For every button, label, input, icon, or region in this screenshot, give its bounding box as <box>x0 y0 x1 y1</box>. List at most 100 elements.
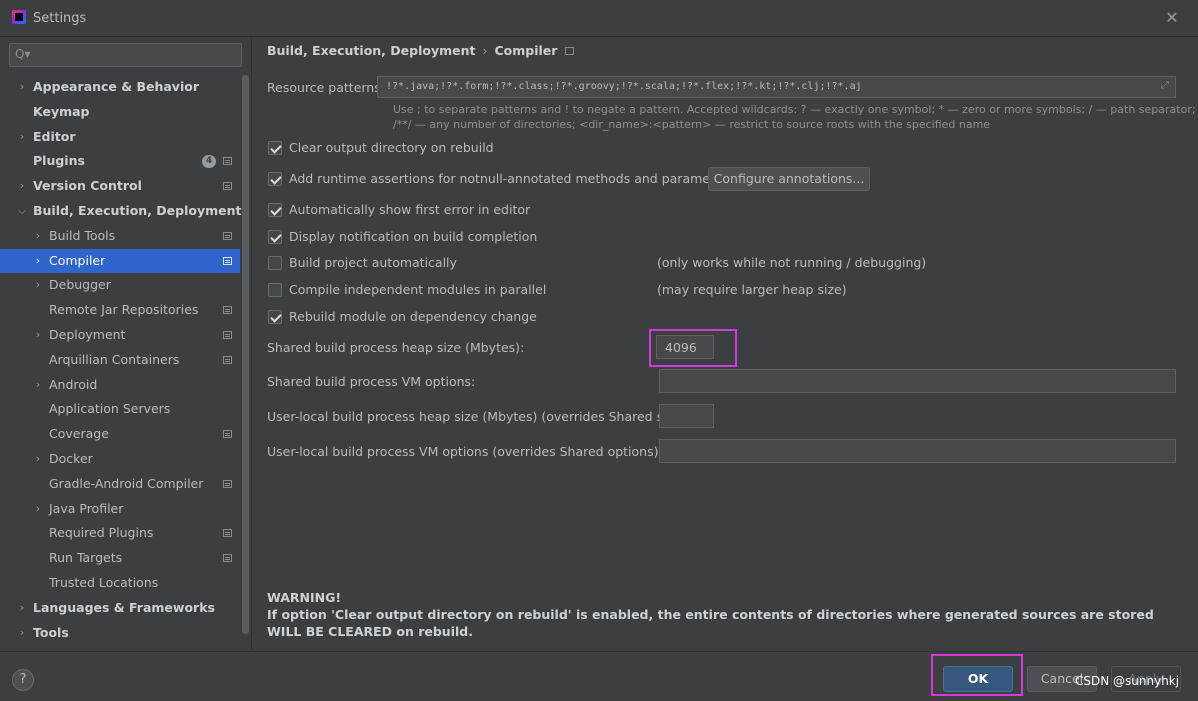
sidebar-item-label: Trusted Locations <box>49 574 159 590</box>
resource-patterns-value: !?*.java;!?*.form;!?*.class;!?*.groovy;!… <box>386 81 862 92</box>
expand-icon[interactable]: ⤢ <box>1161 80 1169 91</box>
checkbox-unchecked-icon[interactable] <box>268 256 282 270</box>
checkbox-checked-icon[interactable] <box>268 141 282 155</box>
project-settings-icon <box>223 479 232 488</box>
chevron-right-icon[interactable]: › <box>16 75 28 100</box>
resource-patterns-hint-2: /**/ — any number of directories; <dir_n… <box>393 118 991 131</box>
vm-options-label: Shared build process VM options: <box>267 374 476 389</box>
sidebar-item-label: Version Control <box>33 178 142 194</box>
checkbox-checked-icon[interactable] <box>268 203 282 217</box>
user-heap-input[interactable] <box>659 404 714 428</box>
chevron-right-icon[interactable]: › <box>32 273 44 298</box>
chevron-right-icon[interactable]: › <box>16 125 28 150</box>
sidebar-item-android[interactable]: › Android <box>0 373 240 398</box>
sidebar-item-keymap[interactable]: Keymap <box>0 100 240 125</box>
sidebar-item-label: Plugins <box>33 153 85 169</box>
sidebar-item-required-plugins[interactable]: Required Plugins <box>0 521 240 546</box>
warning-block: WARNING! If option 'Clear output directo… <box>267 589 1167 640</box>
sidebar-scrollbar[interactable] <box>242 75 249 634</box>
sidebar-item-label: Required Plugins <box>49 525 154 541</box>
sidebar-item-editor[interactable]: › Editor <box>0 125 240 150</box>
chevron-right-icon[interactable]: › <box>32 373 44 398</box>
sidebar-item-tools[interactable]: › Tools <box>0 621 240 646</box>
ok-button[interactable]: OK <box>943 666 1013 692</box>
resource-patterns-field[interactable]: !?*.java;!?*.form;!?*.class;!?*.groovy;!… <box>377 76 1176 98</box>
build-automatically-note: (only works while not running / debuggin… <box>657 255 927 270</box>
sidebar-item-label: Languages & Frameworks <box>33 599 215 615</box>
user-vm-label: User-local build process VM options (ove… <box>267 444 663 459</box>
chevron-right-icon[interactable]: › <box>16 174 28 199</box>
sidebar-item-label: Tools <box>33 624 69 640</box>
sidebar-item-label: Debugger <box>49 277 111 293</box>
sidebar-item-appearance-behavior[interactable]: › Appearance & Behavior <box>0 75 240 100</box>
heap-size-input[interactable]: 4096 <box>656 335 714 359</box>
updates-badge: 4 <box>202 155 216 169</box>
window-title: Settings <box>33 11 87 26</box>
sidebar-item-version-control[interactable]: › Version Control <box>0 174 240 199</box>
chevron-right-icon[interactable]: › <box>32 323 44 348</box>
checkbox-unchecked-icon[interactable] <box>268 283 282 297</box>
rebuild-dependency-label: Rebuild module on dependency change <box>289 309 537 324</box>
sidebar-item-remote-jar-repositories[interactable]: Remote Jar Repositories <box>0 298 240 323</box>
sidebar-item-label: Docker <box>49 450 93 466</box>
sidebar-item-build-execution-deployment[interactable]: ⌵ Build, Execution, Deployment <box>0 199 242 224</box>
checkbox-checked-icon[interactable] <box>268 230 282 244</box>
vm-options-input[interactable] <box>659 369 1176 393</box>
display-notification-label: Display notification on build completion <box>289 229 538 244</box>
breadcrumb-parent[interactable]: Build, Execution, Deployment <box>267 43 475 58</box>
chevron-right-icon[interactable]: › <box>16 596 28 621</box>
show-first-error-label: Automatically show first error in editor <box>289 202 531 217</box>
sidebar-item-gradle-android-compiler[interactable]: Gradle-Android Compiler <box>0 472 240 497</box>
sidebar-item-run-targets[interactable]: Run Targets <box>0 546 240 571</box>
project-settings-icon <box>223 182 232 191</box>
configure-annotations-button[interactable]: Configure annotations... <box>708 167 870 191</box>
resource-patterns-label: Resource patterns: <box>267 80 385 95</box>
help-icon[interactable]: ? <box>12 669 34 691</box>
compile-parallel-note: (may require larger heap size) <box>657 282 847 297</box>
chevron-right-icon[interactable]: › <box>16 621 28 646</box>
search-input[interactable]: Q▾ <box>9 43 242 67</box>
sidebar-item-build-tools[interactable]: › Build Tools <box>0 224 240 249</box>
chevron-right-icon[interactable]: › <box>32 447 44 472</box>
sidebar-item-application-servers[interactable]: Application Servers <box>0 397 240 422</box>
sidebar-item-java-profiler[interactable]: › Java Profiler <box>0 497 240 522</box>
sidebar-item-label: Deployment <box>49 326 126 342</box>
warning-title: WARNING! <box>267 590 342 605</box>
project-settings-icon <box>223 330 232 339</box>
project-settings-icon <box>223 355 232 364</box>
sidebar-item-plugins[interactable]: Plugins 4 <box>0 149 240 174</box>
compiler-settings-panel: Build, Execution, Deployment › Compiler Re… <box>253 37 1198 650</box>
warning-text: If option 'Clear output directory on reb… <box>267 607 1154 639</box>
project-settings-icon <box>223 306 232 315</box>
checkbox-checked-icon[interactable] <box>268 172 282 186</box>
breadcrumb-current: Compiler <box>494 43 558 58</box>
sidebar-item-deployment[interactable]: › Deployment <box>0 323 240 348</box>
sidebar-item-label: Arquillian Containers <box>49 351 180 367</box>
sidebar-item-label: Remote Jar Repositories <box>49 302 199 318</box>
checkbox-checked-icon[interactable] <box>268 310 282 324</box>
sidebar-item-trusted-locations[interactable]: Trusted Locations <box>0 571 240 596</box>
user-vm-input[interactable] <box>659 439 1176 463</box>
sidebar-item-debugger[interactable]: › Debugger <box>0 273 240 298</box>
sidebar-item-label: Application Servers <box>49 401 171 417</box>
user-heap-label: User-local build process heap size (Mbyt… <box>267 409 690 424</box>
sidebar-item-arquillian-containers[interactable]: Arquillian Containers <box>0 348 240 373</box>
add-assertions-label: Add runtime assertions for notnull-annot… <box>289 171 735 186</box>
intellij-logo-icon <box>12 10 26 24</box>
sidebar-item-label: Build, Execution, Deployment <box>33 202 242 218</box>
project-settings-icon <box>223 157 232 166</box>
chevron-right-icon[interactable]: › <box>32 224 44 249</box>
sidebar-item-label: Coverage <box>49 426 109 442</box>
chevron-right-icon[interactable]: › <box>32 497 44 522</box>
sidebar-item-languages-frameworks[interactable]: › Languages & Frameworks <box>0 596 240 621</box>
breadcrumb-separator: › <box>482 43 488 58</box>
sidebar-item-label: Editor <box>33 128 76 144</box>
sidebar-item-compiler[interactable]: › Compiler <box>0 248 240 274</box>
sidebar-item-coverage[interactable]: Coverage <box>0 422 240 447</box>
sidebar-item-docker[interactable]: › Docker <box>0 447 240 472</box>
chevron-right-icon[interactable]: › <box>32 249 44 274</box>
project-settings-icon <box>223 231 232 240</box>
chevron-down-icon[interactable]: ⌵ <box>16 199 28 224</box>
sidebar-item-label: Android <box>49 376 98 392</box>
close-icon[interactable]: ✕ <box>1162 8 1182 28</box>
